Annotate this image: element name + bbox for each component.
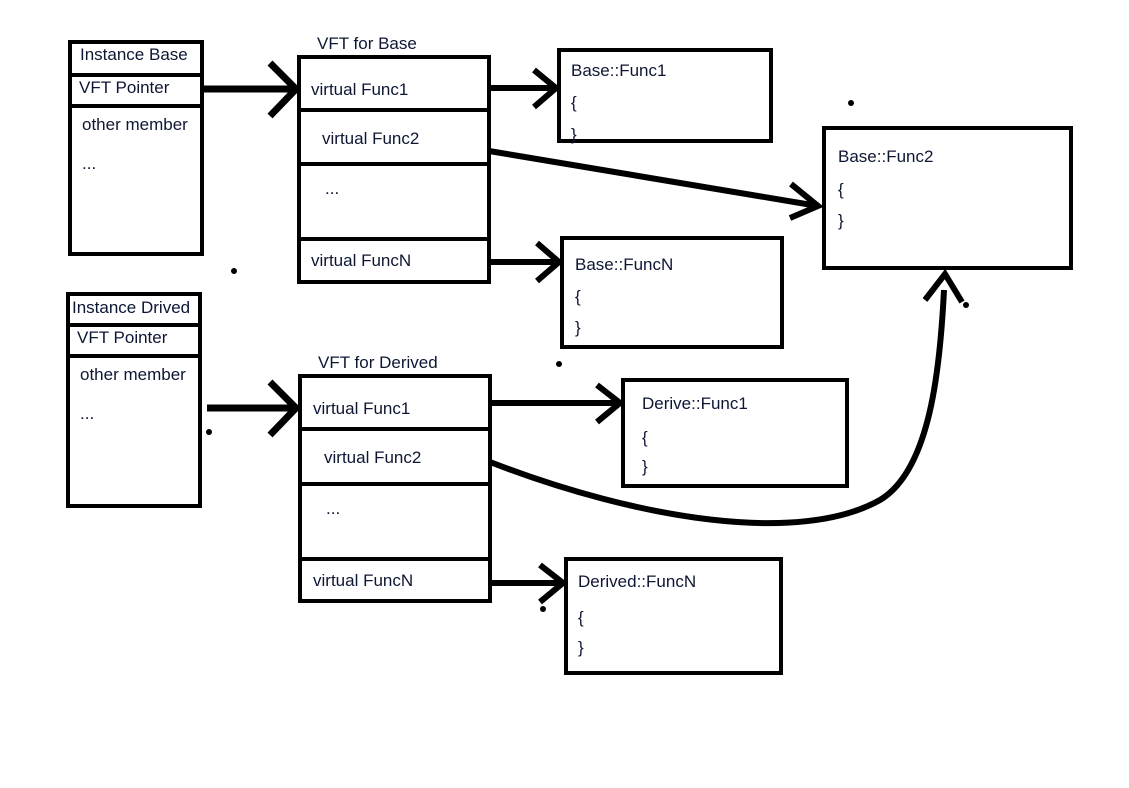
instance-derived-header-divider bbox=[66, 323, 202, 327]
arrow-vft-base-func2-to-base-func2 bbox=[488, 148, 824, 221]
base-func1-open-brace: { bbox=[571, 93, 577, 112]
instance-base-vftptr-divider bbox=[68, 104, 204, 108]
vft-base-caption: VFT for Base bbox=[317, 34, 417, 53]
base-func2-open-brace: { bbox=[838, 180, 844, 199]
derived-funcN-close-brace: } bbox=[578, 638, 584, 657]
derived-funcN-signature: Derived::FuncN bbox=[578, 572, 697, 591]
vft-derived-row-2-label: ... bbox=[326, 499, 341, 518]
arrow-vft-base-funcN-to-base-funcN bbox=[491, 240, 564, 284]
instance-base-vft-pointer-label: VFT Pointer bbox=[79, 78, 170, 97]
vft-derived-row-3-label: virtual FuncN bbox=[313, 571, 414, 590]
base-func1-close-brace: } bbox=[571, 125, 577, 144]
instance-base-other-member-label: other member bbox=[82, 115, 188, 134]
vft-base-row-3-label: virtual FuncN bbox=[311, 251, 412, 270]
vft-derived-row-1-label: virtual Func2 bbox=[324, 448, 422, 467]
vft-derived-row-0-label: virtual Func1 bbox=[313, 399, 411, 418]
base-funcN-signature: Base::FuncN bbox=[575, 255, 674, 274]
derive-func1-open-brace: { bbox=[642, 428, 648, 447]
instance-derived-ellipsis-label: ... bbox=[80, 404, 95, 423]
arrow-vft-derived-funcN-to-derived-funcN bbox=[492, 562, 568, 605]
stray-mark-3 bbox=[556, 361, 562, 367]
stray-mark-2 bbox=[231, 268, 237, 274]
instance-derived-other-member-label: other member bbox=[80, 365, 186, 384]
diagram-canvas: Instance Base VFT Pointer other member .… bbox=[0, 0, 1129, 788]
base-funcN-close-brace: } bbox=[575, 318, 581, 337]
derived-funcN-open-brace: { bbox=[578, 608, 584, 627]
vft-base-row-divider-2 bbox=[297, 162, 491, 166]
vft-base-row-divider-1 bbox=[297, 108, 491, 112]
base-func1-signature: Base::Func1 bbox=[571, 61, 667, 80]
stray-mark-4 bbox=[963, 302, 969, 308]
stray-mark-6 bbox=[206, 429, 212, 435]
instance-derived-vftptr-divider bbox=[66, 354, 202, 358]
stray-mark-5 bbox=[540, 606, 546, 612]
vft-derived-row-divider-2 bbox=[298, 482, 492, 486]
arrow-instance-derived-to-vft-derived bbox=[207, 379, 301, 438]
derive-func1-close-brace: } bbox=[642, 457, 648, 476]
derive-func1-signature: Derive::Func1 bbox=[642, 394, 748, 413]
vft-derived-row-divider-3 bbox=[298, 557, 492, 561]
base-funcN-box bbox=[560, 236, 784, 349]
base-funcN-open-brace: { bbox=[575, 287, 581, 306]
vft-derived-caption: VFT for Derived bbox=[318, 353, 438, 372]
stray-mark-1 bbox=[848, 100, 854, 106]
instance-derived-vft-pointer-label: VFT Pointer bbox=[77, 328, 168, 347]
instance-base-header-label: Instance Base bbox=[80, 45, 188, 64]
instance-base-header-divider bbox=[68, 73, 204, 77]
vft-base-row-divider-3 bbox=[297, 237, 491, 241]
arrow-vft-derived-func1-to-derive-func1 bbox=[492, 382, 625, 425]
instance-derived-header-label: Instance Drived bbox=[72, 298, 191, 317]
vft-base-row-2-label: ... bbox=[325, 179, 340, 198]
base-func2-signature: Base::Func2 bbox=[838, 147, 934, 166]
vft-base-row-1-label: virtual Func2 bbox=[322, 129, 420, 148]
vft-base-row-0-label: virtual Func1 bbox=[311, 80, 409, 99]
instance-base-ellipsis-label: ... bbox=[82, 154, 97, 173]
base-func2-close-brace: } bbox=[838, 211, 844, 230]
vft-derived-row-divider-1 bbox=[298, 427, 492, 431]
arrow-vft-base-func1-to-base-func1 bbox=[491, 67, 561, 110]
arrow-instance-base-to-vft-base bbox=[204, 60, 301, 119]
